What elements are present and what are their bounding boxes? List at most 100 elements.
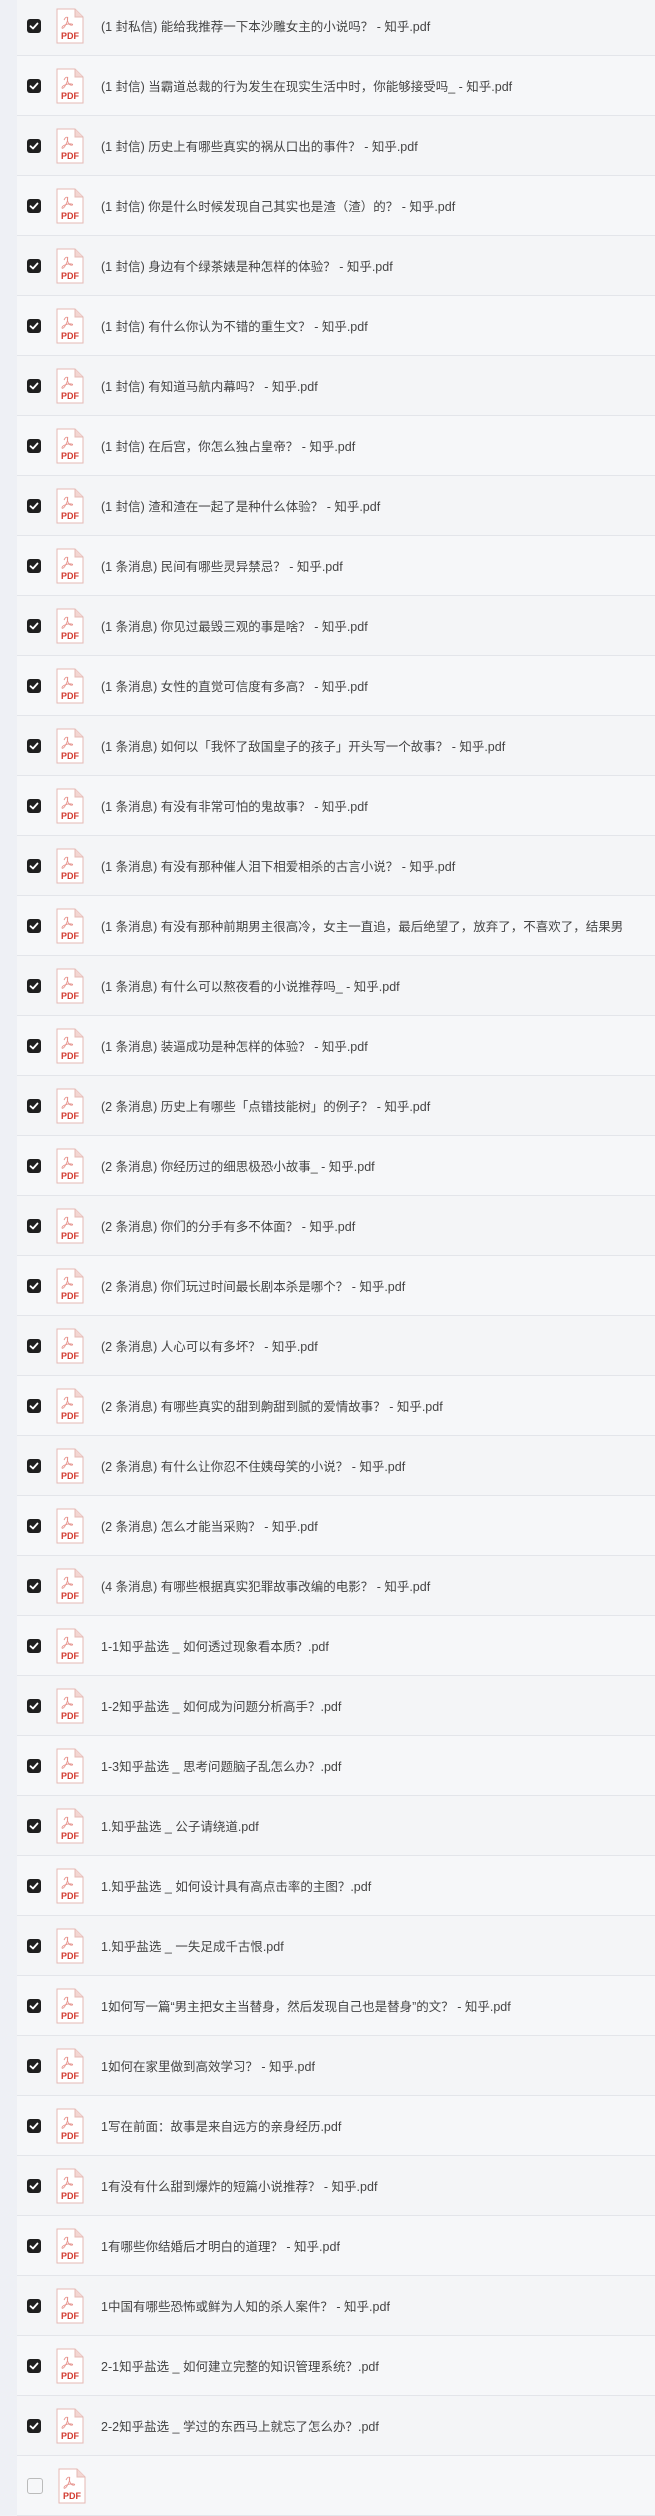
pdf-label: PDF (61, 1951, 80, 1961)
file-checkbox[interactable] (27, 2358, 41, 2373)
checkmark-icon (29, 262, 39, 269)
file-row[interactable]: PDF 2-2知乎盐选 _ 学过的东西马上就忘了怎么办？.pdf (17, 2396, 655, 2456)
file-row[interactable]: PDF 1.知乎盐选 _ 一失足成千古恨.pdf (17, 1916, 655, 1976)
file-row[interactable]: PDF 1.知乎盐选 _ 如何设计具有高点击率的主图？.pdf (17, 1856, 655, 1916)
file-row[interactable]: PDF 1有没有什么甜到爆炸的短篇小说推荐？ - 知乎.pdf (17, 2156, 655, 2216)
checkmark-icon (29, 682, 39, 689)
file-checkbox[interactable] (27, 1698, 41, 1713)
file-row[interactable]: PDF (4 条消息) 有哪些根据真实犯罪故事改编的电影？ - 知乎.pdf (17, 1556, 655, 1616)
file-row[interactable]: PDF (1 封信) 当霸道总裁的行为发生在现实生活中时，你能够接受吗_ - 知乎… (17, 56, 655, 116)
file-row[interactable]: PDF (2 条消息) 怎么才能当采购？ - 知乎.pdf (17, 1496, 655, 1556)
file-checkbox[interactable] (27, 258, 41, 273)
checkmark-icon (29, 1162, 39, 1169)
file-row[interactable]: PDF (1 条消息) 女性的直觉可信度有多高？ - 知乎.pdf (17, 656, 655, 716)
file-checkbox[interactable] (27, 858, 41, 873)
file-checkbox[interactable] (27, 1818, 41, 1833)
file-checkbox[interactable] (27, 978, 41, 993)
file-row[interactable]: PDF 1-2知乎盐选 _ 如何成为问题分析高手？.pdf (17, 1676, 655, 1736)
file-row[interactable]: PDF (1 封私信) 能给我推荐一下本沙雕女主的小说吗？ - 知乎.pdf (17, 0, 655, 56)
file-checkbox[interactable] (27, 1338, 41, 1353)
file-checkbox[interactable] (27, 1578, 41, 1593)
file-checkbox[interactable] (27, 618, 41, 633)
file-checkbox[interactable] (27, 1458, 41, 1473)
pdf-file-icon: PDF (56, 368, 84, 403)
file-checkbox[interactable] (27, 1038, 41, 1053)
file-name: (1 封信) 身边有个绿茶婊是种怎样的体验？ - 知乎.pdf (101, 260, 393, 274)
file-row[interactable]: PDF (1 封信) 历史上有哪些真实的祸从口出的事件？ - 知乎.pdf (17, 116, 655, 176)
file-checkbox[interactable] (27, 918, 41, 933)
file-checkbox[interactable] (27, 2118, 41, 2133)
file-row[interactable]: PDF 1写在前面：故事是来自远方的亲身经历.pdf (17, 2096, 655, 2156)
file-row[interactable]: PDF 1如何在家里做到高效学习？ - 知乎.pdf (17, 2036, 655, 2096)
file-row[interactable]: PDF (1 封信) 渣和渣在一起了是种什么体验？ - 知乎.pdf (17, 476, 655, 536)
file-row[interactable]: PDF (2 条消息) 有什么让你忍不住姨母笑的小说？ - 知乎.pdf (17, 1436, 655, 1496)
file-name: 1有哪些你结婚后才明白的道理？ - 知乎.pdf (101, 2240, 340, 2254)
file-row[interactable]: PDF (1 封信) 身边有个绿茶婊是种怎样的体验？ - 知乎.pdf (17, 236, 655, 296)
file-checkbox[interactable] (27, 1098, 41, 1113)
file-checkbox[interactable] (27, 798, 41, 813)
file-row[interactable]: PDF (1 条消息) 有没有那种催人泪下相爱相杀的古言小说？ - 知乎.pdf (17, 836, 655, 896)
file-name: (1 条消息) 你见过最毁三观的事是啥？ - 知乎.pdf (101, 620, 368, 634)
file-row[interactable]: PDF 1-1知乎盐选 _ 如何透过现象看本质？.pdf (17, 1616, 655, 1676)
file-checkbox[interactable] (27, 1278, 41, 1293)
file-checkbox[interactable] (27, 678, 41, 693)
file-row[interactable]: PDF (2 条消息) 历史上有哪些「点错技能树」的例子？ - 知乎.pdf (17, 1076, 655, 1136)
file-checkbox[interactable] (27, 558, 41, 573)
pdf-file-icon: PDF (56, 1868, 84, 1903)
file-checkbox[interactable] (27, 78, 41, 93)
file-row[interactable]: PDF (1 条消息) 如何以「我怀了敌国皇子的孩子」开头写一个故事？ - 知乎.… (17, 716, 655, 776)
file-checkbox[interactable] (27, 1638, 41, 1653)
file-row[interactable]: PDF 1有哪些你结婚后才明白的道理？ - 知乎.pdf (17, 2216, 655, 2276)
file-checkbox[interactable] (27, 438, 41, 453)
file-name: (1 封信) 你是什么时候发现自己其实也是渣（渣）的？ - 知乎.pdf (101, 200, 456, 214)
file-row[interactable]: PDF (2 条消息) 人心可以有多坏？ - 知乎.pdf (17, 1316, 655, 1376)
file-checkbox[interactable] (27, 2238, 41, 2253)
pdf-file-icon: PDF (56, 1508, 84, 1543)
file-row[interactable]: PDF (1 封信) 有知道马航内幕吗？ - 知乎.pdf (17, 356, 655, 416)
pdf-label: PDF (61, 871, 80, 881)
pdf-file-icon: PDF (56, 2168, 84, 2203)
file-checkbox[interactable] (27, 2298, 41, 2313)
file-row[interactable]: PDF 2-1知乎盐选 _ 如何建立完整的知识管理系统？.pdf (17, 2336, 655, 2396)
file-row[interactable]: PDF 1如何写一篇“男主把女主当替身，然后发现自己也是替身”的文？ - 知乎.p… (17, 1976, 655, 2036)
file-row[interactable]: PDF 1中国有哪些恐怖或鲜为人知的杀人案件？ - 知乎.pdf (17, 2276, 655, 2336)
file-row[interactable]: PDF (1 条消息) 有没有那种前期男主很高冷，女主一直追，最后绝望了，放弃了，… (17, 896, 655, 956)
file-row[interactable]: PDF (2 条消息) 你们的分手有多不体面？ - 知乎.pdf (17, 1196, 655, 1256)
file-checkbox[interactable] (27, 2178, 41, 2193)
file-row[interactable]: PDF (2 条消息) 你经历过的细思极恐小故事_ - 知乎.pdf (17, 1136, 655, 1196)
checkmark-icon (29, 1942, 39, 1949)
file-checkbox[interactable] (27, 2418, 41, 2433)
file-row[interactable]: PDF (1 封信) 有什么你认为不错的重生文？ - 知乎.pdf (17, 296, 655, 356)
file-checkbox[interactable] (27, 1158, 41, 1173)
file-checkbox[interactable] (27, 1758, 41, 1773)
file-checkbox[interactable] (27, 1878, 41, 1893)
file-checkbox[interactable] (27, 1938, 41, 1953)
file-row[interactable]: PDF (1 条消息) 你见过最毁三观的事是啥？ - 知乎.pdf (17, 596, 655, 656)
file-checkbox[interactable] (27, 2477, 43, 2494)
file-checkbox[interactable] (27, 498, 41, 513)
file-row[interactable]: PDF (1 封信) 在后宫，你怎么独占皇帝？ - 知乎.pdf (17, 416, 655, 476)
file-row[interactable]: PDF 1.知乎盐选 _ 公子请绕道.pdf (17, 1796, 655, 1856)
file-row[interactable]: PDF (1 条消息) 装逼成功是种怎样的体验？ - 知乎.pdf (17, 1016, 655, 1076)
file-checkbox[interactable] (27, 1218, 41, 1233)
file-checkbox[interactable] (27, 198, 41, 213)
file-row[interactable]: PDF (1 条消息) 民间有哪些灵异禁忌？ - 知乎.pdf (17, 536, 655, 596)
file-name: (1 条消息) 女性的直觉可信度有多高？ - 知乎.pdf (101, 680, 368, 694)
file-row[interactable]: PDF (17, 2456, 655, 2516)
file-checkbox[interactable] (27, 1398, 41, 1413)
file-row[interactable]: PDF (1 封信) 你是什么时候发现自己其实也是渣（渣）的？ - 知乎.pdf (17, 176, 655, 236)
file-checkbox[interactable] (27, 318, 41, 333)
file-row[interactable]: PDF (2 条消息) 你们玩过时间最长剧本杀是哪个？ - 知乎.pdf (17, 1256, 655, 1316)
file-row[interactable]: PDF (1 条消息) 有没有非常可怕的鬼故事？ - 知乎.pdf (17, 776, 655, 836)
file-checkbox[interactable] (27, 1518, 41, 1533)
file-checkbox[interactable] (27, 138, 41, 153)
file-checkbox[interactable] (27, 18, 41, 33)
file-checkbox[interactable] (27, 738, 41, 753)
file-checkbox[interactable] (27, 2058, 41, 2073)
file-row[interactable]: PDF (1 条消息) 有什么可以熬夜看的小说推荐吗_ - 知乎.pdf (17, 956, 655, 1016)
file-row[interactable]: PDF (2 条消息) 有哪些真实的甜到齁甜到腻的爱情故事？ - 知乎.pdf (17, 1376, 655, 1436)
file-row[interactable]: PDF 1-3知乎盐选 _ 思考问题脑子乱怎么办？.pdf (17, 1736, 655, 1796)
pdf-file-icon: PDF (56, 308, 84, 343)
file-checkbox[interactable] (27, 378, 41, 393)
file-checkbox[interactable] (27, 1998, 41, 2013)
